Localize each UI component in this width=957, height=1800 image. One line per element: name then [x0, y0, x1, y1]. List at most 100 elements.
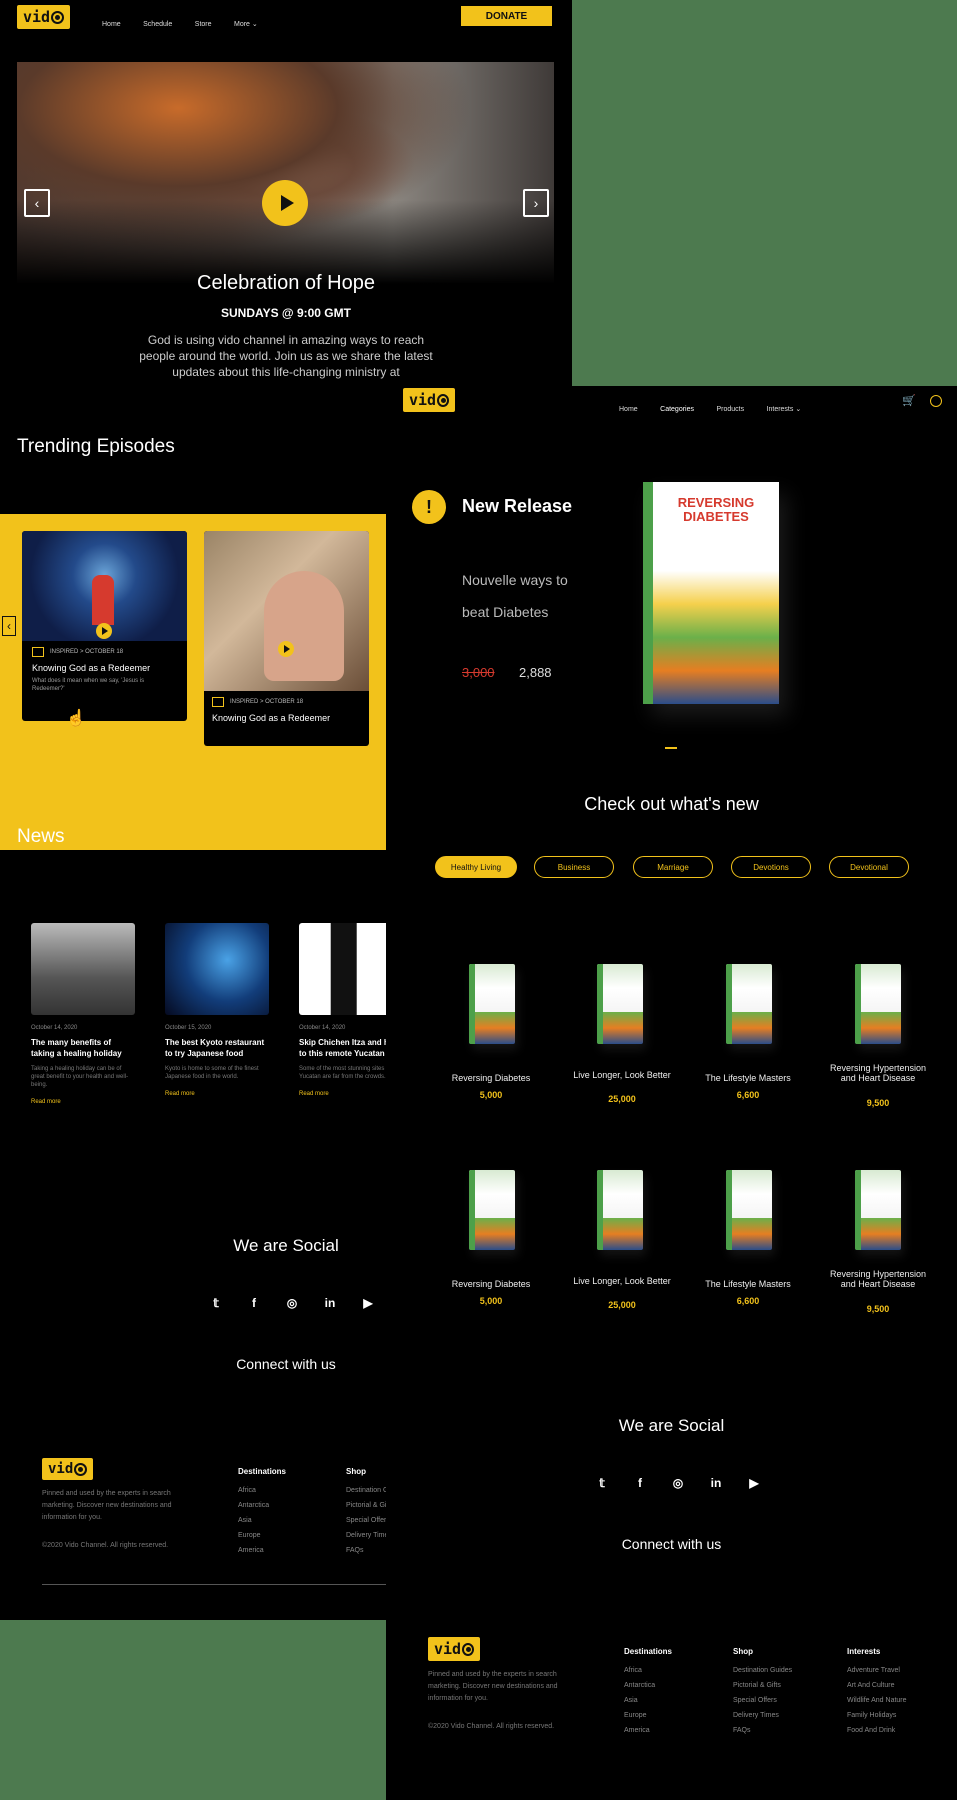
episode-card[interactable]: INSPIRED > OCTOBER 18 Knowing God as a R…	[22, 531, 187, 721]
new-release-desc: Nouvelle ways to beat Diabetes	[462, 572, 568, 620]
footer-link[interactable]: America	[624, 1723, 672, 1738]
footer-logo[interactable]: vid	[428, 1637, 480, 1661]
footer-link[interactable]: Europe	[238, 1528, 286, 1543]
product-cover[interactable]	[855, 1170, 901, 1250]
hero-prev-button[interactable]: ‹	[24, 189, 50, 217]
linkedin-icon[interactable]: in	[708, 1476, 724, 1490]
play-button[interactable]	[96, 623, 112, 639]
filter-healthy-living[interactable]: Healthy Living	[435, 856, 517, 878]
footer-link[interactable]: America	[238, 1543, 286, 1558]
product-cover[interactable]	[469, 1170, 515, 1250]
footer-link[interactable]: Special Offers	[733, 1693, 792, 1708]
footer-heading: Destinations	[238, 1467, 287, 1476]
nav-more[interactable]: More ⌄	[234, 21, 258, 28]
nav-store[interactable]: Store	[195, 21, 212, 28]
youtube-icon[interactable]: ▶	[360, 1296, 376, 1310]
product-cover[interactable]	[597, 1170, 643, 1250]
filter-business[interactable]: Business	[534, 856, 614, 878]
slider-dot[interactable]	[665, 747, 677, 749]
footer-link[interactable]: Asia	[624, 1693, 672, 1708]
new-release-book[interactable]: REVERSING DIABETES	[643, 482, 779, 704]
episode-card[interactable]: INSPIRED > OCTOBER 18 Knowing God as a R…	[204, 531, 369, 746]
footer-destinations: Destinations Africa Antarctica Asia Euro…	[624, 1644, 672, 1738]
footer-link[interactable]: Antarctica	[624, 1678, 672, 1693]
user-icon[interactable]	[930, 395, 942, 407]
instagram-icon[interactable]: ◎	[284, 1296, 300, 1310]
hero-next-button[interactable]: ›	[523, 189, 549, 217]
product-title[interactable]: The Lifestyle Masters	[693, 1279, 803, 1289]
nav-categories[interactable]: Categories	[660, 406, 694, 413]
news-card[interactable]: October 14, 2020 The many benefits of ta…	[31, 923, 135, 1105]
product-title[interactable]: Reversing Diabetes	[436, 1279, 546, 1289]
footer-link[interactable]: Food And Drink	[847, 1723, 907, 1738]
product-cover[interactable]	[726, 964, 772, 1044]
chevron-left-icon: ‹	[34, 195, 40, 211]
nav-home[interactable]: Home	[619, 406, 638, 413]
facebook-icon[interactable]: f	[632, 1476, 648, 1490]
read-more-link[interactable]: Read more	[165, 1091, 269, 1097]
product-title[interactable]: Live Longer, Look Better	[567, 1070, 677, 1080]
news-card[interactable]: October 14, 2020 Skip Chichen Itza and h…	[299, 923, 386, 1097]
footer-link[interactable]: Africa	[238, 1483, 286, 1498]
product-title[interactable]: The Lifestyle Masters	[693, 1073, 803, 1083]
cursor-icon: ☝	[66, 710, 86, 727]
twitter-icon[interactable]: 𝕥	[208, 1296, 224, 1310]
footer-link[interactable]: Special Offers	[346, 1513, 386, 1528]
news-excerpt: Taking a healing holiday can be of great…	[31, 1066, 129, 1088]
instagram-icon[interactable]: ◎	[670, 1476, 686, 1490]
footer-link[interactable]: Adventure Travel	[847, 1663, 907, 1678]
footer-link[interactable]: Pictorial & Gifts	[733, 1678, 792, 1693]
footer-link[interactable]: Asia	[238, 1513, 286, 1528]
cart-icon[interactable]: 🛒	[902, 394, 916, 407]
product-title[interactable]: Reversing Hypertension and Heart Disease	[823, 1063, 933, 1083]
product-cover[interactable]	[855, 964, 901, 1044]
product-title[interactable]: Reversing Hypertension and Heart Disease	[823, 1269, 933, 1289]
episode-meta: INSPIRED > OCTOBER 18	[50, 649, 124, 655]
product-cover[interactable]	[597, 964, 643, 1044]
filter-devotions[interactable]: Devotions	[731, 856, 811, 878]
nav-home[interactable]: Home	[102, 21, 121, 28]
linkedin-icon[interactable]: in	[322, 1296, 338, 1310]
footer-link[interactable]: FAQs	[733, 1723, 792, 1738]
product-title[interactable]: Reversing Diabetes	[436, 1073, 546, 1083]
brand-logo[interactable]: vid	[403, 388, 455, 412]
news-headline: Skip Chichen Itza and head to this remot…	[299, 1038, 386, 1058]
news-excerpt: Some of the most stunning sites in Yucat…	[299, 1066, 386, 1080]
footer-link[interactable]: Pictorial & Gifts	[346, 1498, 386, 1513]
filter-marriage[interactable]: Marriage	[633, 856, 713, 878]
read-more-link[interactable]: Read more	[299, 1091, 386, 1097]
brand-logo[interactable]: vid	[17, 5, 70, 29]
footer-link[interactable]: Africa	[624, 1663, 672, 1678]
filter-devotional[interactable]: Devotional	[829, 856, 909, 878]
footer-link[interactable]: Destination Guides	[733, 1663, 792, 1678]
footer-link[interactable]: Family Holidays	[847, 1708, 907, 1723]
product-title[interactable]: Live Longer, Look Better	[567, 1276, 677, 1286]
news-card[interactable]: October 15, 2020 The best Kyoto restaura…	[165, 923, 269, 1097]
footer-link[interactable]: Delivery Times	[346, 1528, 386, 1543]
footer-link[interactable]: Antarctica	[238, 1498, 286, 1513]
footer-link[interactable]: Art And Culture	[847, 1678, 907, 1693]
product-cover[interactable]	[469, 964, 515, 1044]
footer-link[interactable]: Destination Guides	[346, 1483, 386, 1498]
trending-prev-button[interactable]: ‹	[2, 616, 16, 636]
product-cover[interactable]	[726, 1170, 772, 1250]
footer-link[interactable]: FAQs	[346, 1543, 386, 1558]
nav-schedule[interactable]: Schedule	[143, 21, 172, 28]
footer-link[interactable]: Europe	[624, 1708, 672, 1723]
play-button[interactable]	[262, 180, 308, 226]
footer-link[interactable]: Wildlife And Nature	[847, 1693, 907, 1708]
nav-products[interactable]: Products	[716, 406, 744, 413]
read-more-link[interactable]: Read more	[31, 1099, 135, 1105]
book-title: REVERSING DIABETES	[677, 495, 755, 524]
facebook-icon[interactable]: f	[246, 1296, 262, 1310]
youtube-icon[interactable]: ▶	[746, 1476, 762, 1490]
twitter-icon[interactable]: 𝕥	[594, 1476, 610, 1490]
product-price: 6,600	[736, 1090, 760, 1100]
footer-logo[interactable]: vid	[42, 1458, 93, 1480]
donate-button[interactable]: DONATE	[461, 6, 552, 26]
product-price: 9,500	[866, 1304, 890, 1314]
nav-interests[interactable]: Interests ⌄	[767, 406, 802, 413]
play-button[interactable]	[278, 641, 294, 657]
footer-link[interactable]: Delivery Times	[733, 1708, 792, 1723]
product-price: 5,000	[479, 1296, 503, 1306]
